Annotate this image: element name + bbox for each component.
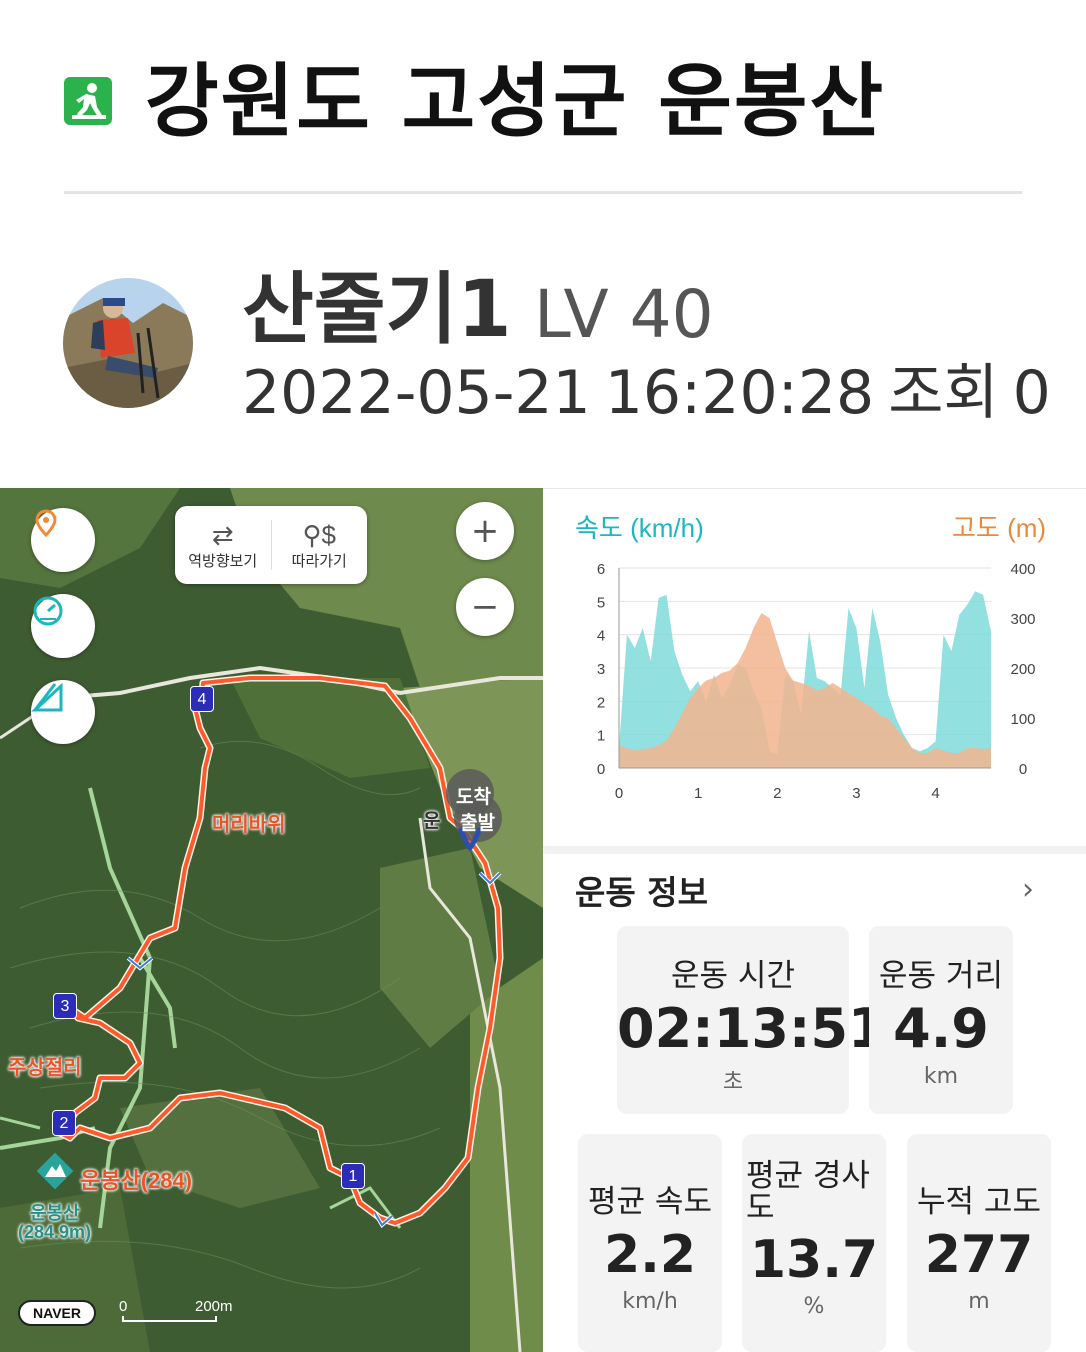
post-time: 16:20:28 — [604, 358, 875, 428]
label-jusangjeolli: 주상절리 — [8, 1057, 82, 1079]
x-tick-label: 3 — [852, 785, 860, 802]
y-right-tick-label: 300 — [1010, 611, 1035, 628]
stat-unit: % — [803, 1294, 825, 1319]
route-map[interactable]: ⇄ 역방향보기 ⚲$ 따라가기 + − 머리바위 주상절리 운봉산(284) 운… — [0, 488, 543, 1352]
speed-axis-title: 속도 (km/h) — [575, 513, 704, 543]
waypoint-marker[interactable]: 3 — [53, 993, 77, 1019]
speedometer-icon — [33, 596, 63, 626]
user-name[interactable]: 산줄기1 — [242, 262, 512, 358]
x-tick-label: 4 — [931, 785, 939, 802]
stat-value: 13.7 — [749, 1230, 879, 1290]
y-left-tick-label: 1 — [597, 728, 605, 745]
post-date: 2022-05-21 — [242, 358, 591, 428]
altitude-axis-title: 고도 (m) — [952, 513, 1047, 543]
x-tick-label: 0 — [615, 785, 623, 802]
chevron-right-icon[interactable]: › — [1022, 872, 1034, 907]
stat-unit: km/h — [622, 1289, 678, 1314]
y-left-tick-label: 0 — [597, 761, 605, 778]
x-tick-label: 2 — [773, 785, 781, 802]
plus-icon: + — [470, 511, 500, 551]
page-title: 강원도 고성군 운봉산 — [145, 55, 886, 148]
label-peak: 운봉산(284) — [80, 1168, 193, 1193]
stat-value: 277 — [924, 1225, 1034, 1285]
zoom-in-button[interactable]: + — [456, 502, 514, 560]
scale-end: 200m — [195, 1298, 233, 1315]
stat-value: 2.2 — [603, 1225, 697, 1285]
naver-logo: NAVER — [18, 1300, 96, 1326]
y-right-tick-label: 100 — [1010, 711, 1035, 728]
speedometer-button[interactable] — [31, 594, 95, 658]
follow-route-button[interactable]: ⚲$ 따라가기 — [272, 506, 368, 584]
stat-unit: m — [968, 1289, 990, 1314]
section-divider — [543, 846, 1086, 854]
y-left-tick-label: 2 — [597, 694, 605, 711]
stat-label: 평균 속도 — [588, 1184, 712, 1220]
label-start-area: 운 — [423, 811, 441, 832]
divider — [543, 488, 1086, 489]
slope-icon — [31, 682, 63, 712]
zoom-out-button[interactable]: − — [456, 578, 514, 636]
stat-card-time: 운동 시간 02:13:51 초 — [617, 926, 886, 1114]
stat-card-avg-slope: 평균 경사도 13.7 % — [742, 1134, 886, 1352]
avatar[interactable] — [63, 278, 193, 408]
x-tick-label: 1 — [694, 785, 702, 802]
stat-card-elevation-gain: 누적 고도 277 m — [907, 1134, 1051, 1352]
views-count: 0 — [1012, 358, 1051, 428]
stat-unit: 초 — [722, 1070, 744, 1095]
speed-altitude-chart: 0 1 2 3 4 5 6 0 100 200 300 400 0 1 2 3 4 — [597, 561, 1036, 802]
stat-label: 평균 경사도 — [746, 1158, 870, 1226]
scale-bar — [122, 1316, 217, 1322]
label-peak-height: (284.9m) — [18, 1222, 92, 1242]
follow-route-label: 따라가기 — [291, 552, 347, 570]
y-left-tick-label: 5 — [597, 594, 605, 611]
scale-start: 0 — [119, 1298, 128, 1315]
header: 강원도 고성군 운봉산 — [0, 0, 1086, 195]
post-meta: 2022-05-21 16:20:28 조회 0 — [242, 355, 1065, 431]
y-left-tick-label: 3 — [597, 661, 605, 678]
label-arrive: 도착 — [456, 787, 491, 808]
stat-unit: km — [923, 1064, 959, 1089]
stat-card-avg-speed: 평균 속도 2.2 km/h — [578, 1134, 722, 1352]
reverse-direction-button[interactable]: ⇄ 역방향보기 — [175, 506, 271, 584]
stat-label: 누적 고도 — [917, 1184, 1041, 1220]
waypoint-marker[interactable]: 4 — [190, 686, 214, 712]
stat-value: 4.9 — [893, 997, 989, 1060]
divider — [64, 191, 1022, 194]
y-right-tick-label: 200 — [1010, 661, 1035, 678]
waypoint-marker[interactable]: 1 — [341, 1163, 365, 1189]
follow-route-icon: ⚲$ — [302, 519, 336, 550]
label-depart: 출발 — [460, 813, 495, 834]
user-level: LV 40 — [534, 276, 714, 353]
location-pin-button[interactable] — [31, 508, 95, 572]
slope-button[interactable] — [31, 680, 95, 744]
y-left-tick-label: 4 — [597, 628, 605, 645]
stat-label: 운동 시간 — [671, 958, 795, 994]
stat-label: 운동 거리 — [879, 958, 1003, 994]
waypoint-marker[interactable]: 2 — [52, 1110, 76, 1136]
location-pin-icon — [35, 509, 57, 538]
minus-icon: − — [470, 587, 500, 627]
swap-icon: ⇄ — [211, 519, 234, 550]
reverse-direction-label: 역방향보기 — [188, 552, 258, 570]
views-label: 조회 — [888, 358, 999, 428]
label-head-rock: 머리바위 — [212, 814, 286, 836]
hiking-icon — [64, 77, 112, 125]
exercise-info-title[interactable]: 운동 정보 — [575, 866, 708, 914]
stat-card-distance: 운동 거리 4.9 km — [869, 926, 1013, 1114]
stat-value: 02:13:51 — [617, 997, 886, 1060]
y-left-tick-label: 6 — [597, 561, 605, 578]
y-right-tick-label: 400 — [1010, 561, 1035, 578]
y-right-tick-label: 0 — [1019, 761, 1027, 778]
map-toolbar: ⇄ 역방향보기 ⚲$ 따라가기 — [175, 506, 367, 584]
